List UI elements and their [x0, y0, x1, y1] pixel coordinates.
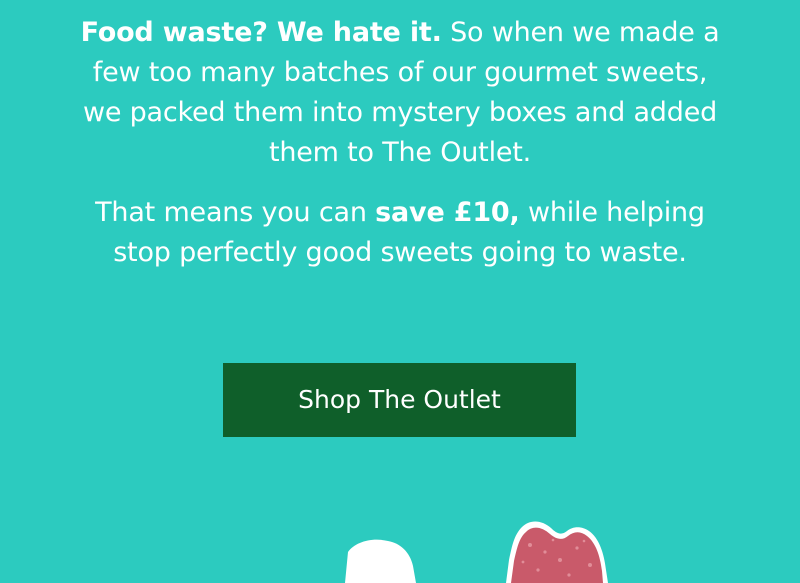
shop-the-outlet-button[interactable]: Shop The Outlet — [223, 363, 576, 437]
savings-text-before: That means you can — [95, 197, 376, 228]
intro-bold-lead: Food waste? We hate it. — [80, 17, 442, 48]
savings-paragraph: That means you can save £10, while helpi… — [70, 193, 730, 273]
savings-amount: save £10, — [375, 197, 520, 228]
pink-candy-image — [511, 527, 603, 583]
white-sweet-image — [345, 539, 416, 583]
intro-paragraph: Food waste? We hate it. So when we made … — [70, 13, 730, 173]
pink-candy-outline — [506, 521, 608, 583]
